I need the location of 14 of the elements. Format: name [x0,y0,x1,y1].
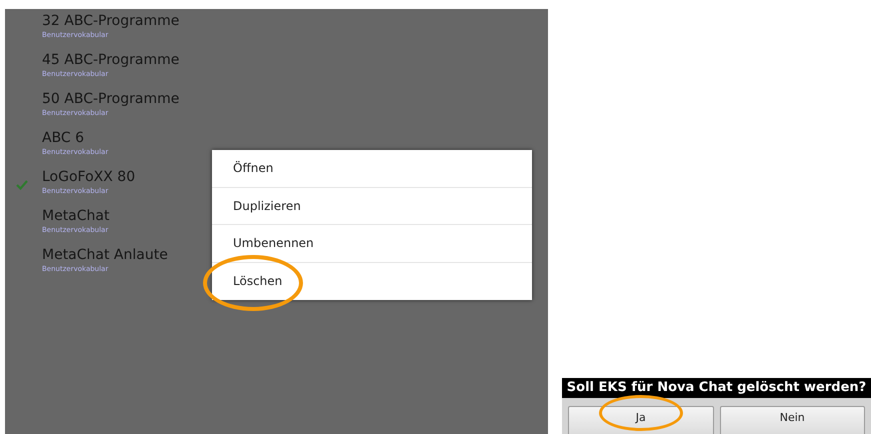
dialog-button[interactable]: Nein [720,406,865,434]
dialog-button[interactable]: Ja [568,406,714,434]
vocabulary-title[interactable]: LoGoFoXX 80 [42,167,136,187]
vocabulary-title[interactable]: MetaChat Anlaute [42,245,168,265]
vocabulary-title[interactable]: ABC 6 [42,128,84,148]
menu-item[interactable]: Öffnen [233,159,274,178]
menu-item[interactable]: Umbenennen [233,234,314,252]
vocabulary-title[interactable]: 32 ABC-Programme [42,11,180,31]
vocabulary-title[interactable]: 50 ABC-Programme [42,89,180,109]
vocabulary-title[interactable]: MetaChat [42,206,110,226]
menu-item[interactable]: Löschen [233,272,282,290]
vocabulary-title[interactable]: 45 ABC-Programme [42,50,180,70]
menu-item[interactable]: Duplizieren [233,196,301,215]
dialog-title: Soll EKS für Nova Chat gelöscht werden? [562,378,871,398]
